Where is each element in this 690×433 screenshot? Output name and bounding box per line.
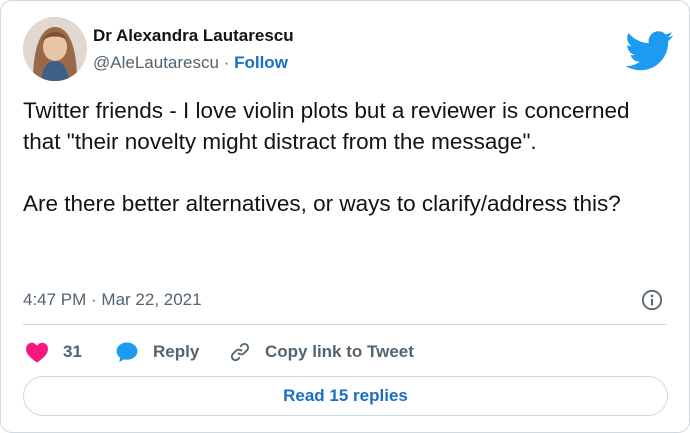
author-display-name[interactable]: Dr Alexandra Lautarescu — [93, 26, 294, 46]
avatar[interactable] — [23, 17, 87, 81]
author-handle-row: @AleLautarescu · Follow — [93, 53, 288, 73]
tweet-text: Twitter friends - I love violin plots bu… — [23, 98, 630, 216]
like-button[interactable]: 31 — [25, 338, 82, 366]
twitter-bird-icon[interactable] — [626, 31, 674, 71]
tweet-card: Dr Alexandra Lautarescu @AleLautarescu ·… — [0, 0, 690, 433]
speech-bubble-icon — [116, 342, 138, 362]
copy-link-button[interactable]: Copy link to Tweet — [229, 338, 414, 366]
info-icon[interactable] — [641, 289, 663, 311]
follow-button[interactable]: Follow — [234, 53, 288, 72]
divider — [23, 324, 667, 325]
tweet-timestamp[interactable]: 4:47 PM · Mar 22, 2021 — [23, 290, 202, 310]
reply-button[interactable]: Reply — [115, 338, 199, 366]
read-replies-button[interactable]: Read 15 replies — [23, 376, 668, 416]
link-icon — [230, 342, 250, 362]
like-count: 31 — [63, 342, 82, 361]
author-handle[interactable]: @AleLautarescu — [93, 53, 219, 72]
reply-label: Reply — [153, 342, 200, 361]
handle-separator: · — [223, 53, 230, 72]
copy-link-label: Copy link to Tweet — [265, 342, 414, 361]
action-bar: 31 Reply Copy link to Tweet — [23, 338, 663, 366]
heart-icon — [26, 342, 48, 363]
